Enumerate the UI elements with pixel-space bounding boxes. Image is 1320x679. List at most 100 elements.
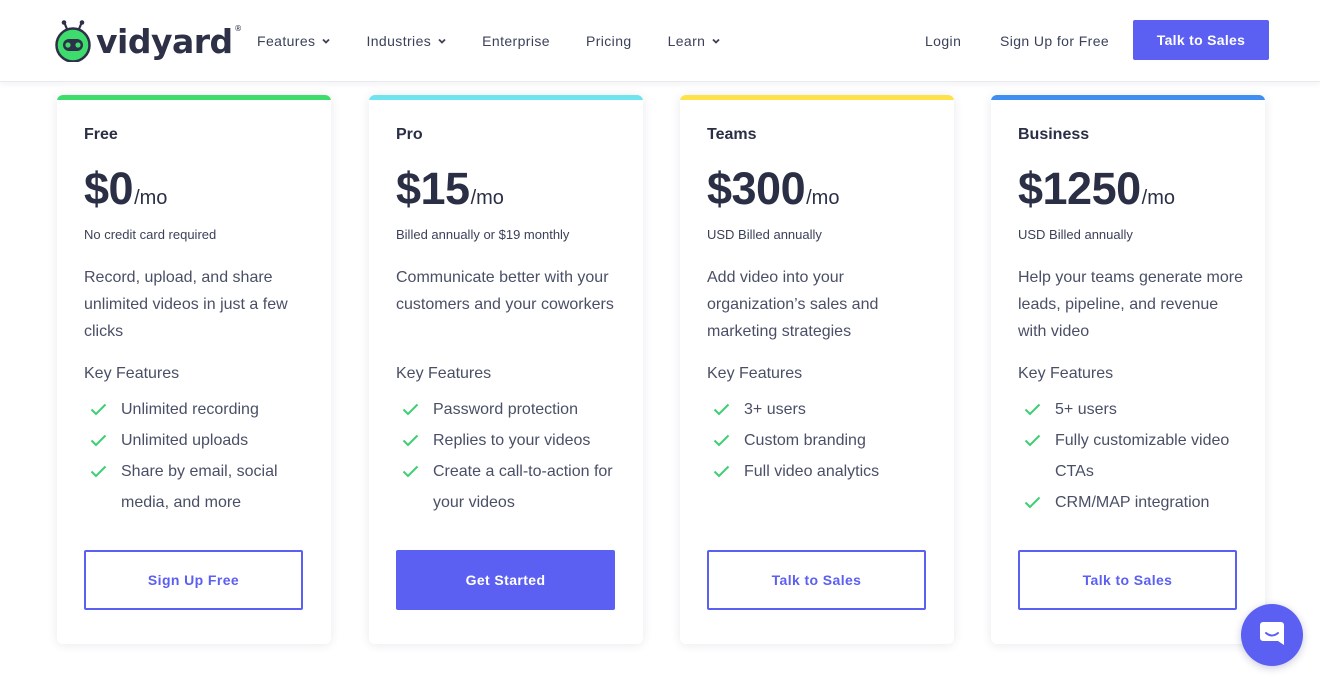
price-amount: $0 (84, 163, 134, 214)
feature-label: Custom branding (744, 432, 866, 449)
feature-list: 5+ users Fully customizable video CTAs C… (1024, 394, 1256, 518)
nav-learn[interactable]: Learn (668, 28, 722, 54)
plan-name: Business (1018, 126, 1090, 143)
pricing-card-free: Free $0/mo No credit card required Recor… (57, 95, 331, 644)
card-accent-bar (57, 95, 331, 100)
nav-industries[interactable]: Industries (366, 28, 447, 54)
feature-label: 3+ users (744, 401, 806, 418)
feature-label: Full video analytics (744, 463, 880, 480)
plan-price: $15/mo (396, 161, 504, 217)
check-icon (402, 456, 419, 487)
get-started-button[interactable]: Get Started (396, 550, 615, 610)
nav-learn-label: Learn (667, 33, 706, 49)
feature-item: 5+ users (1024, 394, 1256, 425)
main-nav: Features Industries Enterprise Pricing L… (257, 28, 721, 54)
chevron-down-icon (712, 38, 721, 44)
nav-features-label: Features (257, 33, 316, 49)
logo-wordmark: vidyard ® (96, 21, 242, 61)
price-unit: /mo (1141, 187, 1175, 209)
check-icon (1024, 425, 1041, 456)
feature-item: Create a call-to-action for your videos (402, 456, 634, 518)
check-icon (90, 456, 107, 487)
price-unit: /mo (470, 187, 504, 209)
feature-label: Password protection (433, 401, 578, 418)
feature-label: Replies to your videos (433, 432, 591, 449)
feature-label: Create a call-to-action for your videos (433, 463, 613, 511)
feature-item: Unlimited recording (90, 394, 322, 425)
feature-label: Share by email, social media, and more (121, 463, 278, 511)
card-accent-bar (369, 95, 643, 100)
feature-item: Full video analytics (713, 456, 945, 487)
feature-list: 3+ users Custom branding Full video anal… (713, 394, 945, 487)
feature-label: CRM/MAP integration (1055, 494, 1210, 511)
talk-to-sales-business-button[interactable]: Talk to Sales (1018, 550, 1237, 610)
price-amount: $15 (396, 163, 470, 214)
plan-name: Free (84, 126, 118, 143)
check-icon (1024, 487, 1041, 518)
feature-item: Password protection (402, 394, 634, 425)
signup-link[interactable]: Sign Up for Free (1000, 28, 1109, 54)
feature-item: Replies to your videos (402, 425, 634, 456)
feature-item: Share by email, social media, and more (90, 456, 322, 518)
nav-industries-label: Industries (366, 33, 432, 49)
nav-features[interactable]: Features (257, 28, 331, 54)
price-amount: $1250 (1018, 163, 1141, 214)
talk-to-sales-teams-button[interactable]: Talk to Sales (707, 550, 926, 610)
price-note: USD Billed annually (707, 227, 822, 242)
feature-item: Custom branding (713, 425, 945, 456)
plan-description: Help your teams generate more leads, pip… (1018, 269, 1243, 340)
chevron-down-icon (438, 38, 446, 44)
feature-item: Unlimited uploads (90, 425, 322, 456)
price-note: USD Billed annually (1018, 227, 1133, 242)
price-unit: /mo (806, 187, 840, 209)
key-features-title: Key Features (1018, 365, 1114, 382)
key-features-title: Key Features (84, 365, 180, 382)
check-icon (90, 425, 107, 456)
plan-description: Communicate better with your customers a… (396, 269, 614, 313)
feature-list: Unlimited recording Unlimited uploads Sh… (90, 394, 322, 518)
nav-pricing[interactable]: Pricing (586, 28, 632, 54)
plan-name: Pro (396, 126, 423, 143)
card-accent-bar (991, 95, 1265, 100)
pricing-card-teams: Teams $300/mo USD Billed annually Add vi… (680, 95, 954, 644)
check-icon (402, 394, 419, 425)
feature-label: 5+ users (1055, 401, 1117, 418)
plan-name: Teams (707, 126, 757, 143)
check-icon (90, 394, 107, 425)
check-icon (713, 394, 730, 425)
pricing-card-business: Business $1250/mo USD Billed annually He… (991, 95, 1265, 644)
key-features-title: Key Features (396, 365, 492, 382)
feature-label: Fully customizable video CTAs (1055, 432, 1230, 480)
feature-list: Password protection Replies to your vide… (402, 394, 634, 518)
vidyard-logo[interactable]: vidyard ® (54, 18, 242, 64)
check-icon (402, 425, 419, 456)
plan-price: $300/mo (707, 161, 839, 217)
pricing-card-pro: Pro $15/mo Billed annually or $19 monthl… (369, 95, 643, 644)
key-features-title: Key Features (707, 365, 803, 382)
chat-launcher-button[interactable] (1241, 604, 1303, 666)
chat-bubble-icon (1258, 619, 1286, 652)
feature-item: 3+ users (713, 394, 945, 425)
plan-price: $0/mo (84, 161, 167, 217)
nav-enterprise[interactable]: Enterprise (482, 28, 550, 54)
feature-item: CRM/MAP integration (1024, 487, 1256, 518)
check-icon (1024, 394, 1041, 425)
price-amount: $300 (707, 163, 806, 214)
check-icon (713, 456, 730, 487)
nav-pricing-label: Pricing (585, 33, 632, 49)
sign-up-free-button[interactable]: Sign Up Free (84, 550, 303, 610)
plan-description: Record, upload, and share unlimited vide… (84, 269, 288, 340)
plan-price: $1250/mo (1018, 161, 1175, 217)
card-accent-bar (680, 95, 954, 100)
price-note: Billed annually or $19 monthly (396, 227, 570, 242)
feature-label: Unlimited recording (121, 401, 259, 418)
plan-description: Add video into your organization’s sales… (707, 269, 879, 340)
site-header: vidyard ® Features Industries Enterprise … (0, 0, 1320, 82)
vidyard-robot-icon (54, 20, 92, 63)
feature-item: Fully customizable video CTAs (1024, 425, 1256, 487)
talk-to-sales-button[interactable]: Talk to Sales (1133, 20, 1269, 60)
price-unit: /mo (134, 187, 168, 209)
price-note: No credit card required (84, 227, 217, 242)
login-link[interactable]: Login (925, 28, 961, 54)
feature-label: Unlimited uploads (121, 432, 249, 449)
